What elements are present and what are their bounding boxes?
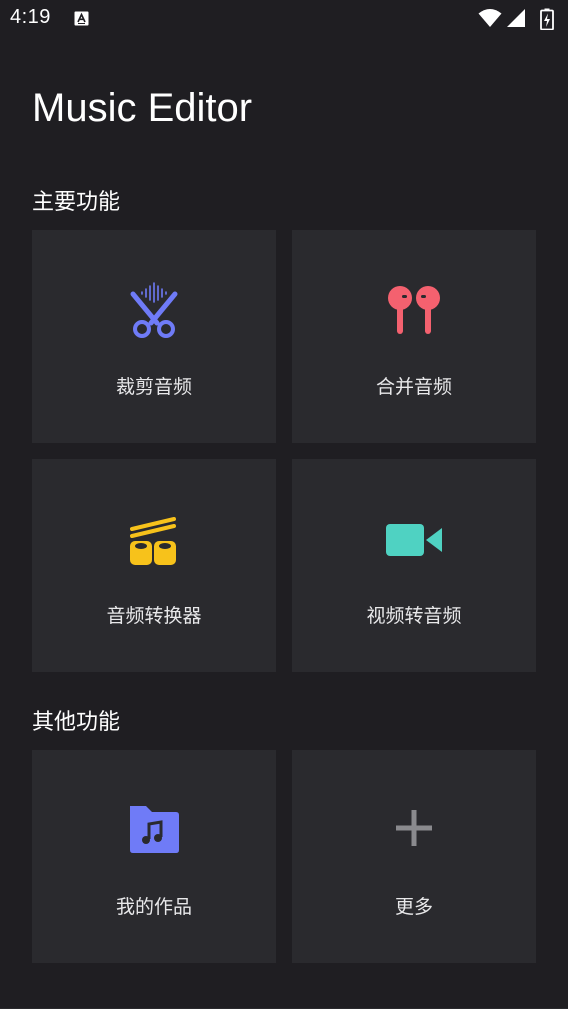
video-camera-icon	[386, 524, 442, 556]
status-bar: 4:19	[0, 0, 568, 40]
more-card[interactable]: 更多	[292, 750, 536, 963]
trim-audio-label: 裁剪音频	[115, 376, 192, 398]
scissors-waveform-icon	[130, 282, 178, 338]
more-label: 更多	[394, 896, 433, 918]
merge-audio-card[interactable]: 合并音频	[292, 230, 536, 443]
status-icons	[478, 8, 558, 30]
section-title-other: 其他功能	[32, 710, 121, 735]
a-letter-icon	[74, 11, 89, 26]
cell-signal-icon	[507, 9, 525, 27]
wifi-icon	[478, 9, 502, 27]
plus-icon	[396, 810, 432, 846]
video-to-audio-label: 视频转音频	[366, 605, 462, 627]
earbuds-icon	[388, 286, 440, 334]
status-time: 4:19	[10, 6, 51, 28]
film-reels-icon	[130, 517, 176, 565]
music-folder-icon	[130, 806, 179, 853]
audio-converter-label: 音频转换器	[106, 605, 202, 627]
section-title-main: 主要功能	[32, 190, 121, 215]
audio-converter-card[interactable]: 音频转换器	[32, 459, 276, 672]
merge-audio-label: 合并音频	[375, 376, 452, 398]
trim-audio-card[interactable]: 裁剪音频	[32, 230, 276, 443]
page-title: Music Editor	[32, 86, 253, 130]
my-works-label: 我的作品	[115, 896, 192, 918]
battery-icon	[540, 8, 554, 30]
my-works-card[interactable]: 我的作品	[32, 750, 276, 963]
video-to-audio-card[interactable]: 视频转音频	[292, 459, 536, 672]
